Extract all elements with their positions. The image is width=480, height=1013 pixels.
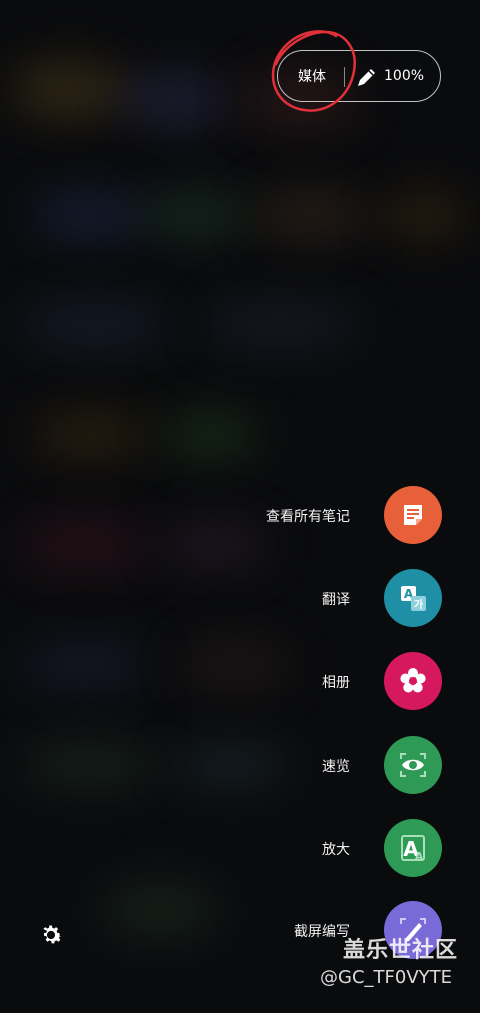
menu-item-magnify[interactable]: 放大 A A — [0, 819, 480, 879]
gear-icon[interactable] — [37, 921, 65, 949]
flower-icon — [400, 668, 426, 693]
menu-item-label: 速览 — [322, 759, 350, 775]
watermark-user: @GC_TF0VYTE — [320, 967, 452, 988]
glance-button[interactable] — [384, 736, 442, 794]
menu-item-gallery[interactable]: 相册 — [0, 652, 480, 712]
translate-icon: A 가 — [401, 586, 426, 611]
watermark-title: 盖乐世社区 — [343, 938, 459, 963]
menu-item-label: 相册 — [322, 675, 350, 691]
svg-text:A: A — [415, 850, 424, 863]
menu-item-view-all-notes[interactable]: 查看所有笔记 — [0, 486, 480, 546]
menu-item-label: 翻译 — [322, 592, 350, 608]
translate-button[interactable]: A 가 — [384, 569, 442, 627]
view-all-notes-button[interactable] — [384, 486, 442, 544]
svg-text:가: 가 — [414, 598, 424, 611]
menu-item-label: 截屏编写 — [294, 924, 350, 940]
red-annotation-circle — [271, 30, 356, 112]
notes-icon — [404, 505, 422, 525]
magnify-button[interactable]: A A — [384, 819, 442, 877]
eye-icon — [400, 753, 426, 777]
menu-item-translate[interactable]: 翻译 A 가 — [0, 569, 480, 629]
menu-item-label: 查看所有笔记 — [266, 509, 350, 525]
pen-battery-label: 100% — [384, 68, 425, 84]
gallery-button[interactable] — [384, 652, 442, 710]
menu-item-label: 放大 — [322, 842, 350, 858]
menu-item-glance[interactable]: 速览 — [0, 736, 480, 796]
magnify-text-icon: A A — [401, 835, 425, 863]
